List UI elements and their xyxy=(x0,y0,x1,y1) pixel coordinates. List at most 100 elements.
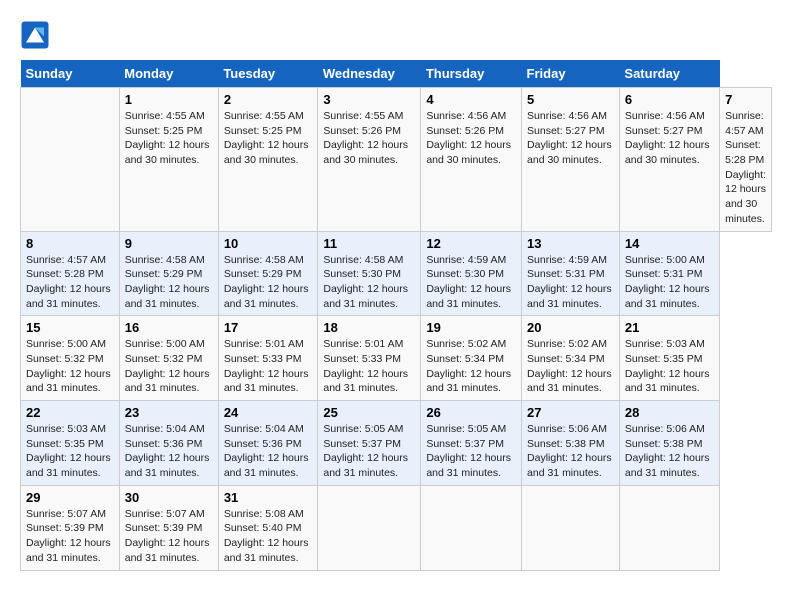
logo xyxy=(20,20,52,50)
day-number: 8 xyxy=(26,236,114,251)
day-info: Sunrise: 4:55 AM Sunset: 5:25 PM Dayligh… xyxy=(224,109,313,168)
day-info: Sunrise: 5:06 AM Sunset: 5:38 PM Dayligh… xyxy=(527,422,614,481)
day-number: 10 xyxy=(224,236,313,251)
day-number: 9 xyxy=(125,236,213,251)
day-number: 21 xyxy=(625,320,714,335)
calendar-cell: 2 Sunrise: 4:55 AM Sunset: 5:25 PM Dayli… xyxy=(218,88,318,232)
calendar-cell: 20 Sunrise: 5:02 AM Sunset: 5:34 PM Dayl… xyxy=(522,316,620,401)
day-number: 29 xyxy=(26,490,114,505)
day-number: 31 xyxy=(224,490,313,505)
day-number: 1 xyxy=(125,92,213,107)
calendar-cell: 4 Sunrise: 4:56 AM Sunset: 5:26 PM Dayli… xyxy=(421,88,522,232)
week-row-3: 15 Sunrise: 5:00 AM Sunset: 5:32 PM Dayl… xyxy=(21,316,772,401)
calendar-cell xyxy=(421,485,522,570)
calendar-cell: 28 Sunrise: 5:06 AM Sunset: 5:38 PM Dayl… xyxy=(619,401,719,486)
day-info: Sunrise: 5:02 AM Sunset: 5:34 PM Dayligh… xyxy=(527,337,614,396)
header-row: SundayMondayTuesdayWednesdayThursdayFrid… xyxy=(21,60,772,88)
calendar-cell: 14 Sunrise: 5:00 AM Sunset: 5:31 PM Dayl… xyxy=(619,231,719,316)
calendar-table: SundayMondayTuesdayWednesdayThursdayFrid… xyxy=(20,60,772,571)
day-number: 4 xyxy=(426,92,516,107)
calendar-cell: 25 Sunrise: 5:05 AM Sunset: 5:37 PM Dayl… xyxy=(318,401,421,486)
calendar-cell: 19 Sunrise: 5:02 AM Sunset: 5:34 PM Dayl… xyxy=(421,316,522,401)
calendar-cell: 9 Sunrise: 4:58 AM Sunset: 5:29 PM Dayli… xyxy=(119,231,218,316)
calendar-cell: 21 Sunrise: 5:03 AM Sunset: 5:35 PM Dayl… xyxy=(619,316,719,401)
page-header xyxy=(20,20,772,50)
calendar-cell xyxy=(522,485,620,570)
calendar-cell: 17 Sunrise: 5:01 AM Sunset: 5:33 PM Dayl… xyxy=(218,316,318,401)
calendar-header: SundayMondayTuesdayWednesdayThursdayFrid… xyxy=(21,60,772,88)
calendar-cell: 22 Sunrise: 5:03 AM Sunset: 5:35 PM Dayl… xyxy=(21,401,120,486)
calendar-cell: 3 Sunrise: 4:55 AM Sunset: 5:26 PM Dayli… xyxy=(318,88,421,232)
day-info: Sunrise: 4:55 AM Sunset: 5:26 PM Dayligh… xyxy=(323,109,415,168)
day-info: Sunrise: 5:03 AM Sunset: 5:35 PM Dayligh… xyxy=(26,422,114,481)
day-info: Sunrise: 5:01 AM Sunset: 5:33 PM Dayligh… xyxy=(323,337,415,396)
day-info: Sunrise: 5:04 AM Sunset: 5:36 PM Dayligh… xyxy=(224,422,313,481)
day-header-friday: Friday xyxy=(522,60,620,88)
day-header-thursday: Thursday xyxy=(421,60,522,88)
day-info: Sunrise: 4:58 AM Sunset: 5:30 PM Dayligh… xyxy=(323,253,415,312)
day-number: 3 xyxy=(323,92,415,107)
day-info: Sunrise: 5:02 AM Sunset: 5:34 PM Dayligh… xyxy=(426,337,516,396)
calendar-cell xyxy=(619,485,719,570)
day-info: Sunrise: 5:00 AM Sunset: 5:32 PM Dayligh… xyxy=(26,337,114,396)
day-header-saturday: Saturday xyxy=(619,60,719,88)
day-info: Sunrise: 5:08 AM Sunset: 5:40 PM Dayligh… xyxy=(224,507,313,566)
day-number: 25 xyxy=(323,405,415,420)
day-info: Sunrise: 5:07 AM Sunset: 5:39 PM Dayligh… xyxy=(26,507,114,566)
calendar-cell: 5 Sunrise: 4:56 AM Sunset: 5:27 PM Dayli… xyxy=(522,88,620,232)
calendar-body: 1 Sunrise: 4:55 AM Sunset: 5:25 PM Dayli… xyxy=(21,88,772,571)
day-info: Sunrise: 5:01 AM Sunset: 5:33 PM Dayligh… xyxy=(224,337,313,396)
day-info: Sunrise: 5:05 AM Sunset: 5:37 PM Dayligh… xyxy=(426,422,516,481)
day-info: Sunrise: 5:07 AM Sunset: 5:39 PM Dayligh… xyxy=(125,507,213,566)
day-info: Sunrise: 4:56 AM Sunset: 5:26 PM Dayligh… xyxy=(426,109,516,168)
day-header-tuesday: Tuesday xyxy=(218,60,318,88)
day-number: 26 xyxy=(426,405,516,420)
day-number: 14 xyxy=(625,236,714,251)
day-info: Sunrise: 4:56 AM Sunset: 5:27 PM Dayligh… xyxy=(625,109,714,168)
calendar-cell: 7 Sunrise: 4:57 AM Sunset: 5:28 PM Dayli… xyxy=(720,88,772,232)
day-info: Sunrise: 4:58 AM Sunset: 5:29 PM Dayligh… xyxy=(224,253,313,312)
logo-icon xyxy=(20,20,50,50)
day-info: Sunrise: 4:59 AM Sunset: 5:31 PM Dayligh… xyxy=(527,253,614,312)
week-row-2: 8 Sunrise: 4:57 AM Sunset: 5:28 PM Dayli… xyxy=(21,231,772,316)
day-header-wednesday: Wednesday xyxy=(318,60,421,88)
calendar-cell: 15 Sunrise: 5:00 AM Sunset: 5:32 PM Dayl… xyxy=(21,316,120,401)
day-info: Sunrise: 5:03 AM Sunset: 5:35 PM Dayligh… xyxy=(625,337,714,396)
day-number: 22 xyxy=(26,405,114,420)
week-row-4: 22 Sunrise: 5:03 AM Sunset: 5:35 PM Dayl… xyxy=(21,401,772,486)
calendar-cell: 23 Sunrise: 5:04 AM Sunset: 5:36 PM Dayl… xyxy=(119,401,218,486)
calendar-cell: 29 Sunrise: 5:07 AM Sunset: 5:39 PM Dayl… xyxy=(21,485,120,570)
day-header-sunday: Sunday xyxy=(21,60,120,88)
week-row-5: 29 Sunrise: 5:07 AM Sunset: 5:39 PM Dayl… xyxy=(21,485,772,570)
day-info: Sunrise: 4:57 AM Sunset: 5:28 PM Dayligh… xyxy=(26,253,114,312)
day-number: 28 xyxy=(625,405,714,420)
calendar-cell: 13 Sunrise: 4:59 AM Sunset: 5:31 PM Dayl… xyxy=(522,231,620,316)
calendar-cell: 31 Sunrise: 5:08 AM Sunset: 5:40 PM Dayl… xyxy=(218,485,318,570)
day-info: Sunrise: 4:55 AM Sunset: 5:25 PM Dayligh… xyxy=(125,109,213,168)
day-number: 27 xyxy=(527,405,614,420)
day-info: Sunrise: 5:00 AM Sunset: 5:32 PM Dayligh… xyxy=(125,337,213,396)
day-number: 30 xyxy=(125,490,213,505)
calendar-cell: 26 Sunrise: 5:05 AM Sunset: 5:37 PM Dayl… xyxy=(421,401,522,486)
day-number: 13 xyxy=(527,236,614,251)
day-number: 6 xyxy=(625,92,714,107)
day-number: 2 xyxy=(224,92,313,107)
day-number: 11 xyxy=(323,236,415,251)
day-number: 15 xyxy=(26,320,114,335)
calendar-cell: 18 Sunrise: 5:01 AM Sunset: 5:33 PM Dayl… xyxy=(318,316,421,401)
day-info: Sunrise: 5:00 AM Sunset: 5:31 PM Dayligh… xyxy=(625,253,714,312)
day-number: 17 xyxy=(224,320,313,335)
day-number: 19 xyxy=(426,320,516,335)
day-info: Sunrise: 5:06 AM Sunset: 5:38 PM Dayligh… xyxy=(625,422,714,481)
calendar-cell xyxy=(21,88,120,232)
day-number: 7 xyxy=(725,92,766,107)
calendar-cell: 24 Sunrise: 5:04 AM Sunset: 5:36 PM Dayl… xyxy=(218,401,318,486)
day-number: 24 xyxy=(224,405,313,420)
day-info: Sunrise: 5:04 AM Sunset: 5:36 PM Dayligh… xyxy=(125,422,213,481)
day-number: 20 xyxy=(527,320,614,335)
calendar-cell: 8 Sunrise: 4:57 AM Sunset: 5:28 PM Dayli… xyxy=(21,231,120,316)
day-number: 5 xyxy=(527,92,614,107)
day-info: Sunrise: 5:05 AM Sunset: 5:37 PM Dayligh… xyxy=(323,422,415,481)
calendar-cell: 6 Sunrise: 4:56 AM Sunset: 5:27 PM Dayli… xyxy=(619,88,719,232)
day-number: 18 xyxy=(323,320,415,335)
